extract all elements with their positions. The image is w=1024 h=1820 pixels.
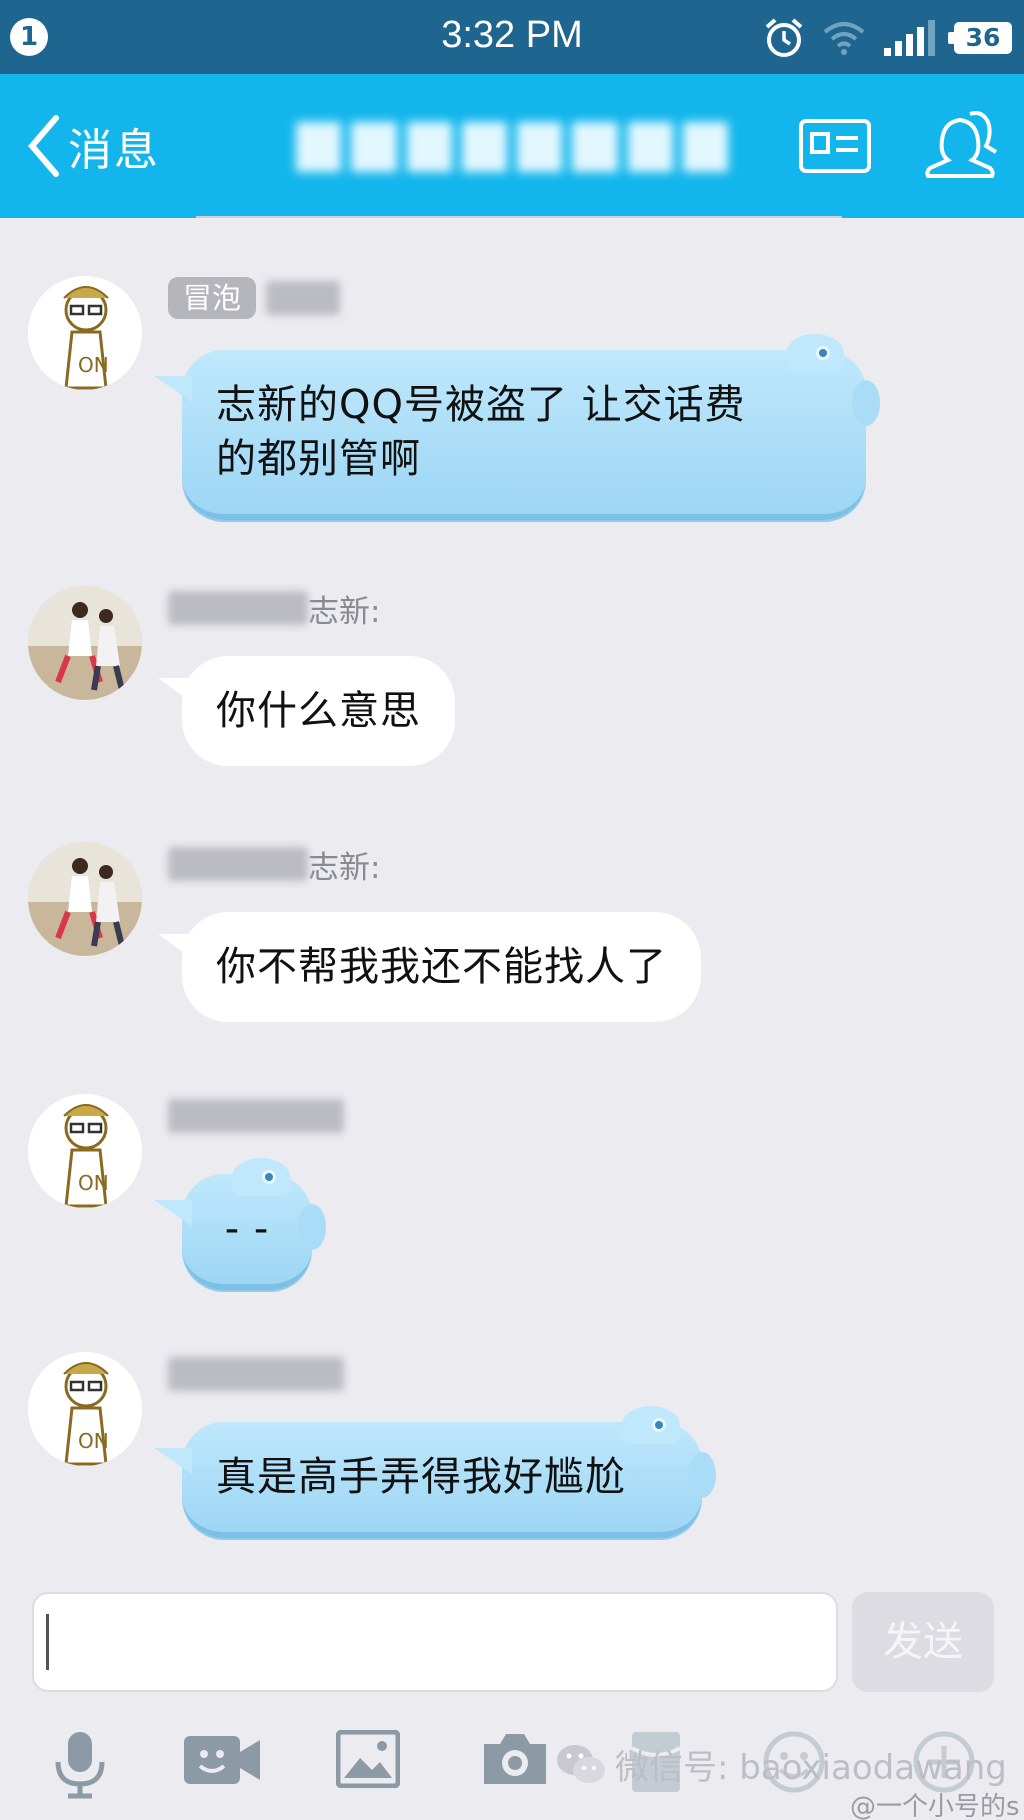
avatar[interactable] — [28, 586, 142, 700]
message-bubble[interactable]: 真是高手弄得我好尴尬 — [154, 1406, 716, 1538]
message-bubble[interactable]: - - — [154, 1158, 326, 1290]
status-icons: 36 — [764, 16, 1012, 60]
chevron-left-icon — [28, 115, 59, 177]
back-label: 消息 — [68, 125, 160, 176]
message-bubble[interactable]: 志新的QQ号被盗了 让交话费 的都别管啊 — [154, 334, 880, 520]
sender-name: 志新: — [308, 849, 381, 886]
back-button[interactable]: 消息 — [26, 110, 160, 182]
battery-icon: 36 — [948, 22, 1012, 54]
text-caret — [46, 1614, 49, 1670]
image-icon[interactable] — [336, 1730, 400, 1788]
sender-name-redacted — [168, 1357, 344, 1391]
bubble-decoration — [688, 1452, 716, 1498]
cartoon-boy-icon: ON — [28, 1094, 142, 1208]
nav-bar: 消息 — [0, 74, 1024, 218]
group-members-icon[interactable] — [920, 102, 1000, 182]
bubble-decoration — [852, 380, 880, 426]
sender-name-redacted — [168, 591, 308, 625]
watermark-credit: @一个小号的s — [850, 1792, 1020, 1820]
status-bar: 1 3:32 PM 36 — [0, 0, 1024, 74]
avatar[interactable]: ON — [28, 1352, 142, 1466]
svg-text:ON: ON — [78, 1429, 109, 1453]
wifi-icon — [823, 22, 865, 55]
sender-name-redacted — [168, 1099, 344, 1133]
message-text-line: - - — [224, 1206, 270, 1252]
cartoon-boy-icon: ON — [28, 1352, 142, 1466]
svg-text:ON: ON — [78, 353, 109, 377]
profile-card-icon[interactable] — [798, 118, 872, 174]
microphone-icon[interactable] — [52, 1730, 108, 1800]
wechat-logo-icon — [557, 1745, 605, 1783]
watermark-text: 微信号: baoxiaodawang — [615, 1747, 1007, 1788]
sender-line: 志新: — [168, 842, 380, 886]
message-text-line: 真是高手弄得我好尴尬 — [216, 1454, 626, 1500]
divider — [196, 216, 842, 218]
watermark: 微信号: baoxiaodawang — [555, 1734, 1007, 1794]
avatar[interactable]: ON — [28, 1094, 142, 1208]
bubble-decoration — [622, 1406, 680, 1444]
message-text-line: 志新的QQ号被盗了 让交话费 — [216, 382, 746, 428]
bubble-decoration — [786, 334, 844, 372]
camera-icon[interactable] — [480, 1730, 550, 1788]
message-bubble[interactable]: 你什么意思 — [158, 656, 455, 766]
sender-line — [168, 1094, 344, 1138]
message-text-line: 的都别管啊 — [216, 436, 421, 482]
video-call-icon[interactable] — [182, 1730, 262, 1790]
bubble-decoration — [232, 1158, 290, 1196]
bubble-decoration — [298, 1204, 326, 1250]
sender-tag-badge: 冒泡 — [168, 277, 257, 319]
message-input[interactable] — [32, 1592, 838, 1692]
chat-title-redacted — [296, 122, 728, 172]
sender-name: 志新: — [308, 593, 381, 630]
sender-name-redacted — [266, 281, 341, 315]
message-text-line: 你不帮我我还不能找人了 — [216, 944, 667, 990]
bubble-decoration — [816, 346, 830, 360]
bubble-decoration — [262, 1170, 276, 1184]
send-button[interactable]: 发送 — [852, 1592, 994, 1692]
photo-avatar-icon — [28, 586, 142, 700]
sender-line — [168, 1352, 344, 1396]
sender-line: 志新: — [168, 586, 380, 630]
sender-line: 冒泡 — [168, 276, 341, 320]
bubble-decoration — [652, 1418, 666, 1432]
svg-text:ON: ON — [78, 1171, 109, 1195]
alarm-icon — [765, 18, 803, 57]
message-text-line: 你什么意思 — [216, 688, 421, 734]
avatar[interactable]: ON — [28, 276, 142, 390]
avatar[interactable] — [28, 842, 142, 956]
sender-name-redacted — [168, 847, 308, 881]
photo-avatar-icon — [28, 842, 142, 956]
message-bubble[interactable]: 你不帮我我还不能找人了 — [158, 912, 701, 1022]
signal-icon — [884, 20, 935, 56]
cartoon-boy-icon: ON — [28, 276, 142, 390]
